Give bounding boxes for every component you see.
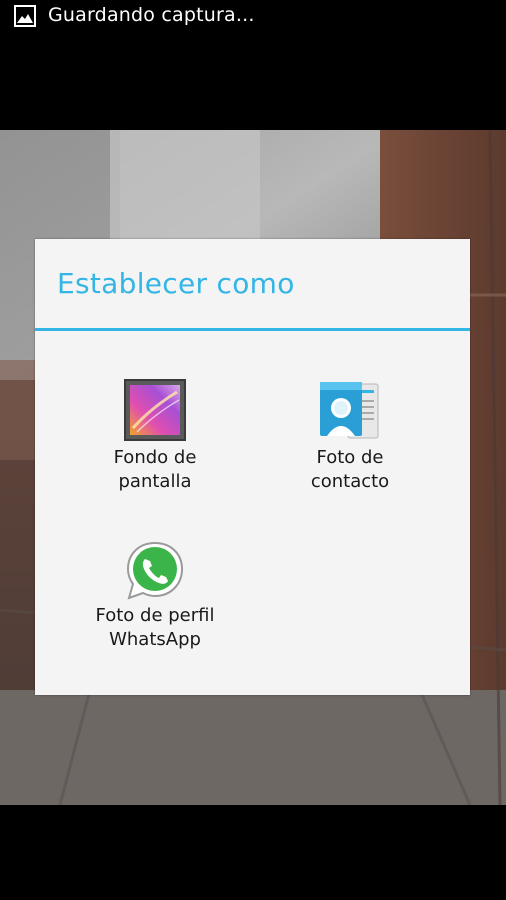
option-whatsapp-profile[interactable]: Foto de perfil WhatsApp	[65, 539, 245, 652]
status-bar: Guardando captura...	[0, 0, 506, 32]
option-wallpaper[interactable]: Fondo de pantalla	[65, 378, 245, 494]
option-label-whatsapp-profile: Foto de perfil WhatsApp	[95, 605, 215, 650]
option-label-contact-photo: Foto de contacto	[310, 447, 390, 492]
screen: Guardando captura... Establecer como Fon…	[0, 0, 506, 900]
image-icon	[14, 5, 36, 27]
option-contact-photo[interactable]: Foto de contacto	[260, 378, 440, 494]
wallpaper-icon	[124, 379, 186, 441]
dialog-divider	[35, 328, 470, 331]
whatsapp-icon	[126, 541, 184, 600]
option-label-wallpaper: Fondo de pantalla	[113, 447, 197, 492]
contact-icon	[320, 382, 379, 439]
set-as-dialog: Establecer como Fondo de pantalla Foto d…	[35, 239, 470, 695]
dialog-title: Establecer como	[57, 267, 295, 300]
status-text: Guardando captura...	[48, 4, 255, 26]
